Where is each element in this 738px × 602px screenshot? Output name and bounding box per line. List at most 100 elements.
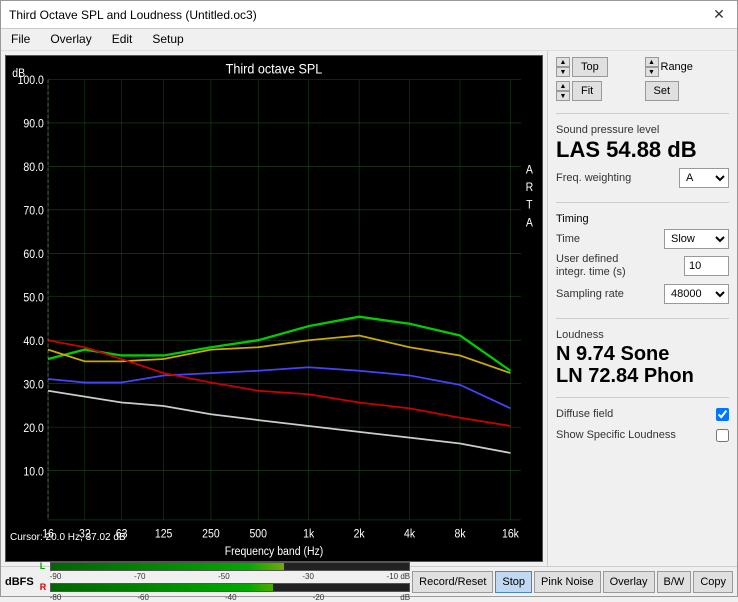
user-defined-label: User defined integr. time (s) xyxy=(556,253,651,279)
stop-button[interactable]: Stop xyxy=(495,571,532,593)
diffuse-field-checkbox[interactable] xyxy=(716,408,729,421)
loudness-section: Loudness N 9.74 Sone LN 72.84 Phon xyxy=(556,329,729,387)
user-defined-input[interactable] xyxy=(684,256,729,276)
fit-group: ▲ ▼ Fit xyxy=(556,81,641,101)
chart-svg: 100.0 90.0 80.0 70.0 60.0 50.0 40.0 30.0… xyxy=(6,56,542,561)
main-content: 100.0 90.0 80.0 70.0 60.0 50.0 40.0 30.0… xyxy=(1,51,737,566)
svg-text:2k: 2k xyxy=(354,528,365,541)
diffuse-field-row: Diffuse field xyxy=(556,408,729,421)
top-down-btn[interactable]: ▼ xyxy=(556,67,570,77)
top-up-btn[interactable]: ▲ xyxy=(556,57,570,67)
tick-r-60: -60 xyxy=(137,593,149,602)
right-channel-label: R xyxy=(40,582,48,592)
set-button[interactable]: Set xyxy=(645,81,680,101)
svg-text:500: 500 xyxy=(249,528,267,541)
show-specific-checkbox[interactable] xyxy=(716,429,729,442)
top-button[interactable]: Top xyxy=(572,57,608,77)
set-group: Set xyxy=(645,81,730,101)
chart-area: 100.0 90.0 80.0 70.0 60.0 50.0 40.0 30.0… xyxy=(1,51,547,566)
fit-spinners: ▲ ▼ xyxy=(556,81,570,101)
copy-button[interactable]: Copy xyxy=(693,571,733,593)
loudness-ln-value: LN 72.84 Phon xyxy=(556,365,729,387)
freq-weighting-row: Freq. weighting ABCZ xyxy=(556,168,729,188)
right-ticks: -80 -60 -40 -20 dB xyxy=(40,593,410,602)
fit-up-btn[interactable]: ▲ xyxy=(556,81,570,91)
sampling-rate-label: Sampling rate xyxy=(556,288,624,300)
menu-overlay[interactable]: Overlay xyxy=(44,31,97,48)
show-specific-row: Show Specific Loudness xyxy=(556,429,729,442)
svg-text:Third octave SPL: Third octave SPL xyxy=(226,61,323,77)
svg-text:50.0: 50.0 xyxy=(23,292,43,305)
time-select[interactable]: SlowFastImpulse xyxy=(664,229,729,249)
pink-noise-button[interactable]: Pink Noise xyxy=(534,571,601,593)
menu-file[interactable]: File xyxy=(5,31,36,48)
timing-title: Timing xyxy=(556,213,729,225)
divider-1 xyxy=(556,113,729,114)
time-label: Time xyxy=(556,233,580,245)
svg-text:70.0: 70.0 xyxy=(23,205,43,218)
show-specific-label: Show Specific Loudness xyxy=(556,429,676,441)
chart-container: 100.0 90.0 80.0 70.0 60.0 50.0 40.0 30.0… xyxy=(5,55,543,562)
tick-l-30: -30 xyxy=(302,572,314,581)
range-down-btn[interactable]: ▼ xyxy=(645,67,659,77)
fit-button[interactable]: Fit xyxy=(572,81,602,101)
user-defined-row: User defined integr. time (s) xyxy=(556,253,729,279)
tick-r-80: -80 xyxy=(50,593,62,602)
title-bar: Third Octave SPL and Loudness (Untitled.… xyxy=(1,1,737,29)
time-row: Time SlowFastImpulse xyxy=(556,229,729,249)
sampling-rate-select[interactable]: 480004410096000 xyxy=(664,284,729,304)
menu-setup[interactable]: Setup xyxy=(146,31,189,48)
svg-text:1k: 1k xyxy=(303,528,314,541)
menu-edit[interactable]: Edit xyxy=(106,31,139,48)
range-spinners: ▲ ▼ xyxy=(645,57,659,77)
spl-value: LAS 54.88 dB xyxy=(556,138,729,162)
close-button[interactable]: ✕ xyxy=(709,5,729,25)
window-title: Third Octave SPL and Loudness (Untitled.… xyxy=(9,8,257,22)
right-level-fill xyxy=(273,584,409,591)
svg-text:A: A xyxy=(526,217,534,230)
tick-l-90: -90 xyxy=(50,572,62,581)
tick-l-50: -50 xyxy=(218,572,230,581)
tick-r-40: -40 xyxy=(225,593,237,602)
left-channel-meter: L xyxy=(40,561,410,571)
tick-r-20: -20 xyxy=(313,593,325,602)
svg-text:250: 250 xyxy=(202,528,220,541)
diffuse-field-label: Diffuse field xyxy=(556,408,613,420)
record-reset-button[interactable]: Record/Reset xyxy=(412,571,493,593)
spl-section-label: Sound pressure level xyxy=(556,124,729,136)
right-panel: ▲ ▼ Top ▲ ▼ Range ▲ ▼ xyxy=(547,51,737,566)
svg-text:Frequency band (Hz): Frequency band (Hz) xyxy=(225,546,324,559)
range-label: Range xyxy=(661,61,693,73)
divider-4 xyxy=(556,397,729,398)
fit-down-btn[interactable]: ▼ xyxy=(556,91,570,101)
top-spinners: ▲ ▼ xyxy=(556,57,570,77)
range-set-group: ▲ ▼ Range xyxy=(645,57,730,77)
left-level-bar xyxy=(50,562,410,571)
sampling-rate-row: Sampling rate 480004410096000 xyxy=(556,284,729,304)
svg-text:T: T xyxy=(526,199,533,212)
svg-text:125: 125 xyxy=(155,528,173,541)
dBFS-label: dBFS xyxy=(5,576,34,588)
level-meters: L -90 -70 -50 -30 -10 dB R xyxy=(40,561,410,602)
range-up-btn[interactable]: ▲ xyxy=(645,57,659,67)
loudness-label: Loudness xyxy=(556,329,729,341)
bw-button[interactable]: B/W xyxy=(657,571,692,593)
svg-text:A: A xyxy=(526,164,534,177)
svg-text:20.0: 20.0 xyxy=(23,422,43,435)
divider-3 xyxy=(556,318,729,319)
right-channel-meter: R xyxy=(40,582,410,592)
freq-weighting-select[interactable]: ABCZ xyxy=(679,168,729,188)
main-window: Third Octave SPL and Loudness (Untitled.… xyxy=(0,0,738,597)
svg-text:10.0: 10.0 xyxy=(23,466,43,479)
svg-text:4k: 4k xyxy=(404,528,415,541)
left-channel-label: L xyxy=(40,561,48,571)
overlay-button[interactable]: Overlay xyxy=(603,571,655,593)
bottom-buttons: Record/Reset Stop Pink Noise Overlay B/W… xyxy=(412,571,733,593)
svg-text:60.0: 60.0 xyxy=(23,249,43,262)
tick-l-10: -10 dB xyxy=(387,572,411,581)
freq-weighting-label: Freq. weighting xyxy=(556,172,631,184)
spl-section: Sound pressure level LAS 54.88 dB xyxy=(556,124,729,162)
menu-bar: File Overlay Edit Setup xyxy=(1,29,737,51)
tick-l-70: -70 xyxy=(134,572,146,581)
svg-text:30.0: 30.0 xyxy=(23,379,43,392)
